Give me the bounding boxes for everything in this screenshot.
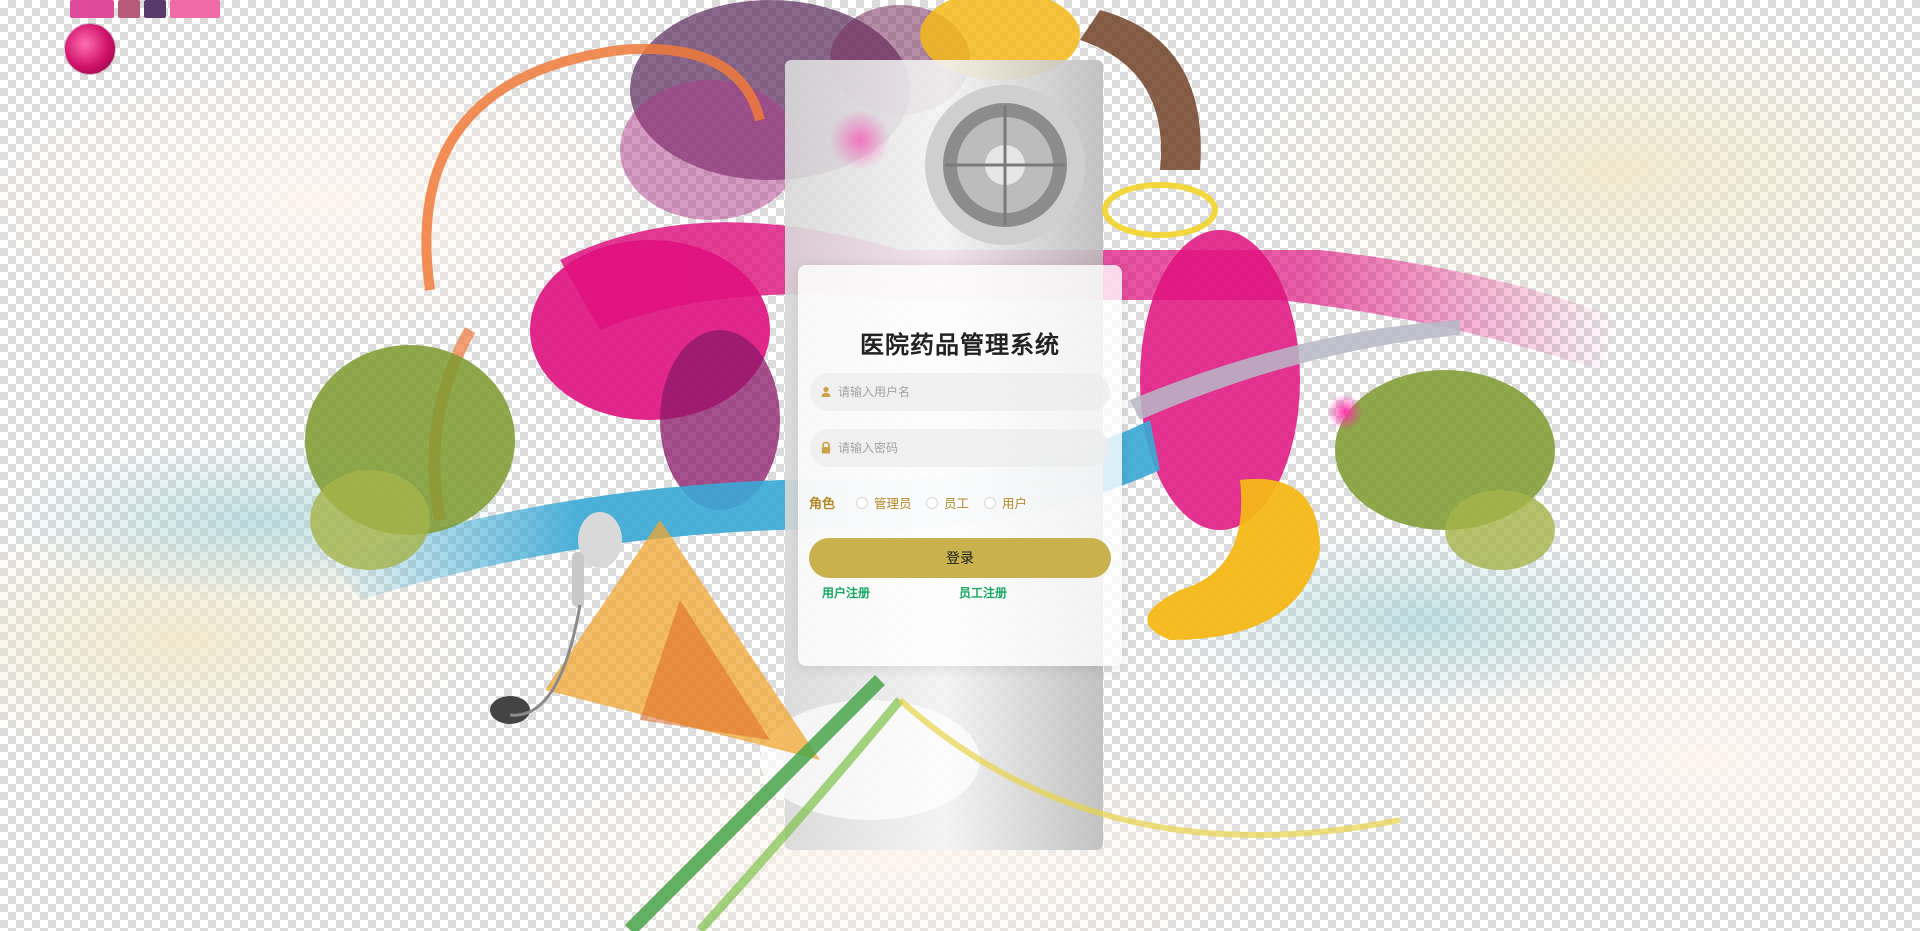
user-register-link[interactable]: 用户注册 xyxy=(822,584,870,601)
thumbnail-pink xyxy=(70,0,114,18)
login-card: 医院药品管理系统 角色 管理员 员工 用户 登录 用户注册 员工注册 xyxy=(798,265,1122,666)
user-icon xyxy=(821,386,831,397)
corner-avatar xyxy=(65,24,115,74)
thumbnail-rose xyxy=(118,0,140,18)
radio-user[interactable] xyxy=(984,496,996,509)
staff-register-link[interactable]: 员工注册 xyxy=(959,584,1007,601)
corner-thumbnail-strip xyxy=(70,0,225,18)
radio-admin[interactable] xyxy=(856,496,868,509)
page-title: 医院药品管理系统 xyxy=(860,331,1060,359)
login-button[interactable]: 登录 xyxy=(809,538,1111,578)
role-option-staff-label: 员工 xyxy=(944,496,970,511)
radio-staff[interactable] xyxy=(926,496,938,509)
role-option-admin-label: 管理员 xyxy=(874,496,912,511)
username-input[interactable] xyxy=(838,373,1098,411)
role-option-user[interactable]: 用户 xyxy=(984,493,1027,512)
thumbnail-light-pink xyxy=(170,0,220,18)
lock-icon xyxy=(821,441,831,454)
role-selector: 角色 管理员 员工 用户 xyxy=(809,493,1109,512)
password-field[interactable] xyxy=(810,429,1110,467)
password-input[interactable] xyxy=(838,429,1098,467)
role-option-staff[interactable]: 员工 xyxy=(926,493,969,512)
role-option-admin[interactable]: 管理员 xyxy=(856,493,912,512)
username-field[interactable] xyxy=(810,373,1110,411)
role-option-user-label: 用户 xyxy=(1002,496,1028,511)
thumbnail-purple xyxy=(144,0,166,18)
role-label: 角色 xyxy=(809,497,836,512)
